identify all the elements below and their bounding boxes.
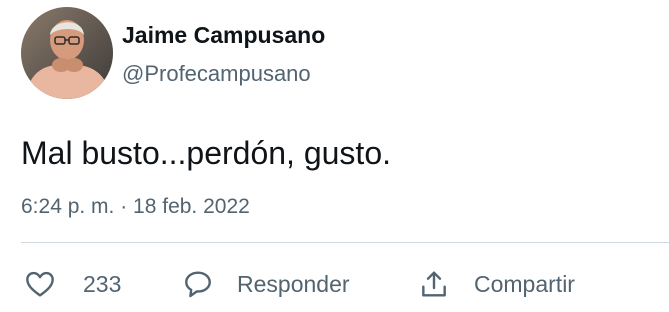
author-name[interactable]: Jaime Campusano: [122, 20, 325, 50]
heart-outline-icon: [22, 266, 58, 302]
avatar-photo: [21, 7, 113, 99]
reply-button[interactable]: Responder: [180, 262, 350, 306]
reply-label: Responder: [237, 271, 350, 297]
author-handle[interactable]: @Profecampusano: [122, 60, 311, 88]
divider: [21, 242, 669, 243]
tweet-timestamp[interactable]: 6:24 p. m. · 18 feb. 2022: [21, 193, 250, 221]
share-upload-icon: [416, 266, 452, 302]
avatar[interactable]: [21, 7, 113, 99]
like-button[interactable]: 233: [22, 262, 121, 306]
action-bar: 233 Responder Compartir: [0, 262, 669, 306]
tweet-text: Mal busto...perdón, gusto.: [21, 135, 391, 171]
tweet-card: Jaime Campusano @Profecampusano Mal bust…: [0, 0, 669, 312]
share-label: Compartir: [474, 271, 575, 297]
speech-bubble-icon: [180, 266, 216, 302]
share-button[interactable]: Compartir: [416, 262, 575, 306]
like-count: 233: [83, 271, 122, 297]
